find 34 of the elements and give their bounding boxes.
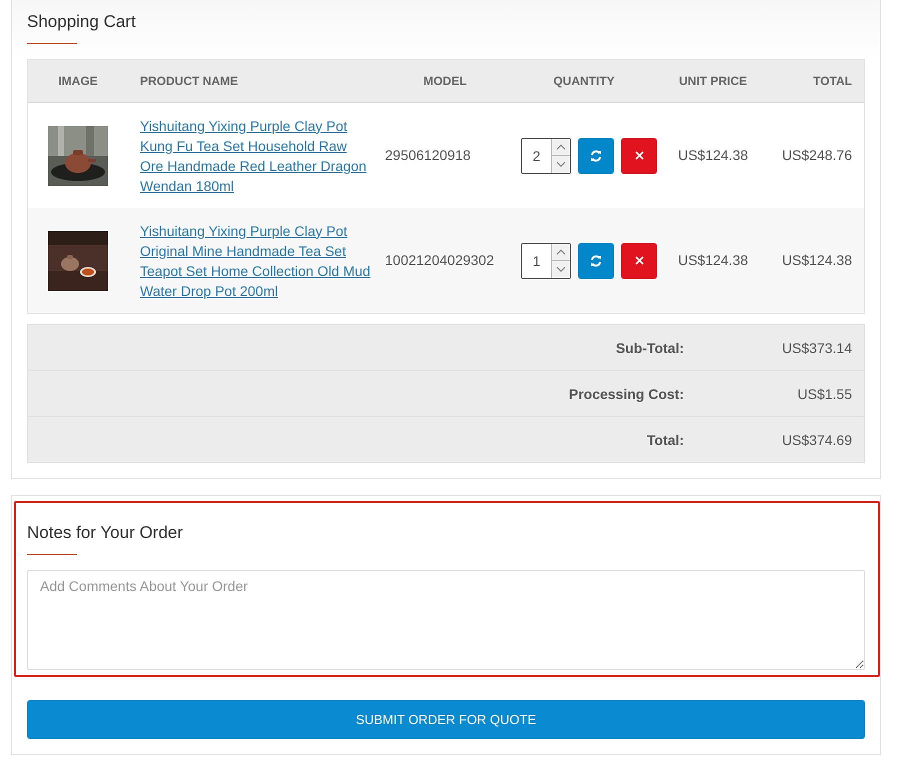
total-value: US$373.14 [782, 340, 853, 356]
total-value: US$1.55 [798, 386, 853, 402]
column-header: MODEL [423, 74, 467, 88]
model-number: 29506120918 [384, 146, 471, 162]
column-header: QUANTITY [553, 74, 615, 88]
total-value: US$374.69 [782, 432, 853, 448]
line-total: US$248.76 [782, 146, 852, 162]
total-label: Sub-Total: [616, 340, 684, 356]
product-link[interactable]: Yishuitang Yixing Purple Clay Pot Kung Fu Tea Set Household Raw Ore Handmade Red Leather Dragon Wendan 180ml [128, 116, 373, 196]
column-header: UNIT PRICE [678, 74, 747, 88]
close-icon [634, 256, 644, 265]
column-header: PRODUCT NAME [140, 74, 238, 88]
total-label: Total: [646, 432, 684, 448]
unit-price: US$124.38 [678, 146, 748, 162]
column-header: TOTAL [813, 74, 852, 88]
remove-button[interactable] [621, 138, 657, 174]
total-label: Processing Cost: [568, 386, 684, 402]
submit-button[interactable]: SUBMIT ORDER FOR QUOTE [27, 700, 865, 739]
quantity-field[interactable]: 1 [521, 242, 571, 278]
line-total: US$124.38 [782, 252, 852, 268]
comments-field[interactable]: Add Comments About Your Order [27, 570, 865, 670]
section-title: Shopping Cart [27, 11, 136, 33]
update-button[interactable] [578, 242, 614, 278]
close-icon [634, 151, 644, 160]
unit-price: US$124.38 [678, 252, 748, 268]
model-number: 10021204029302 [384, 252, 494, 268]
remove-button[interactable] [621, 242, 657, 278]
section-title: Notes for Your Order [27, 522, 183, 544]
product-link[interactable]: Yishuitang Yixing Purple Clay Pot Original Mine Handmade Tea Set Teapot Set Home Collection Old Mud Water Drop Pot 200ml [128, 220, 373, 300]
update-button[interactable] [578, 138, 614, 174]
quantity-field[interactable]: 2 [521, 138, 571, 174]
refresh-icon [590, 150, 602, 162]
column-header: IMAGE [58, 74, 98, 88]
refresh-icon [590, 254, 602, 266]
